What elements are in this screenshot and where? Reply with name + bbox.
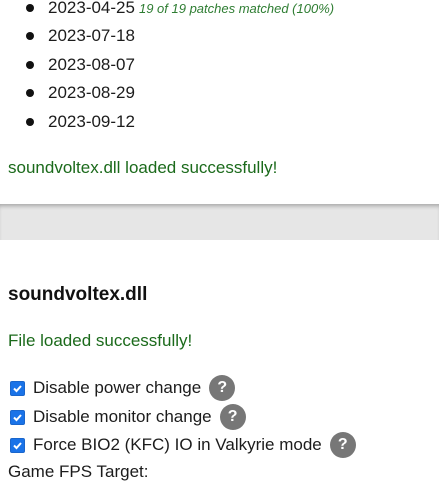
bullet <box>26 61 34 69</box>
patch-date: 2023-08-07 <box>48 55 135 74</box>
bullet <box>26 89 34 97</box>
fps-target-label: Game FPS Target: <box>8 462 149 481</box>
bullet <box>26 118 34 126</box>
file-status: File loaded successfully! <box>8 331 193 350</box>
dll-loaded-status: soundvoltex.dll loaded successfully! <box>8 158 278 177</box>
list-item[interactable]: 2023-09-12 <box>26 112 135 132</box>
option-label: Disable monitor change <box>33 407 212 426</box>
option-label: Force BIO2 (KFC) IO in Valkyrie mode <box>33 435 322 454</box>
list-item[interactable]: 2023-08-29 <box>26 83 135 103</box>
help-icon[interactable]: ? <box>209 375 236 401</box>
help-icon[interactable]: ? <box>329 432 356 458</box>
patch-list-card: 2023-04-25 19 of 19 patches matched (100%… <box>0 0 439 204</box>
checkbox-disable-power-change[interactable] <box>10 380 25 396</box>
list-item[interactable]: 2023-04-25 19 of 19 patches matched (100%… <box>26 0 335 19</box>
checkbox-disable-monitor-change[interactable] <box>10 409 25 425</box>
patch-date: 2023-04-25 <box>48 0 135 17</box>
option-disable-power-change[interactable]: Disable power change ? <box>10 375 236 401</box>
patch-date: 2023-09-12 <box>48 112 135 131</box>
bullet <box>26 32 34 40</box>
bullet <box>26 4 34 12</box>
card-separator <box>0 204 439 240</box>
file-card: soundvoltex.dll File loaded successfully… <box>0 240 439 481</box>
list-item[interactable]: 2023-08-07 <box>26 55 135 75</box>
patch-date: 2023-08-29 <box>48 83 135 102</box>
file-title: soundvoltex.dll <box>8 284 148 305</box>
list-item[interactable]: 2023-07-18 <box>26 26 135 46</box>
match-note: 19 of 19 patches matched (100%) <box>138 1 335 16</box>
patch-date: 2023-07-18 <box>48 26 135 45</box>
help-icon[interactable]: ? <box>219 404 246 430</box>
option-disable-monitor-change[interactable]: Disable monitor change ? <box>10 404 246 430</box>
checkbox-force-bio2-io[interactable] <box>10 437 25 453</box>
option-force-bio2-io[interactable]: Force BIO2 (KFC) IO in Valkyrie mode ? <box>10 432 356 458</box>
option-label: Disable power change <box>33 378 202 397</box>
